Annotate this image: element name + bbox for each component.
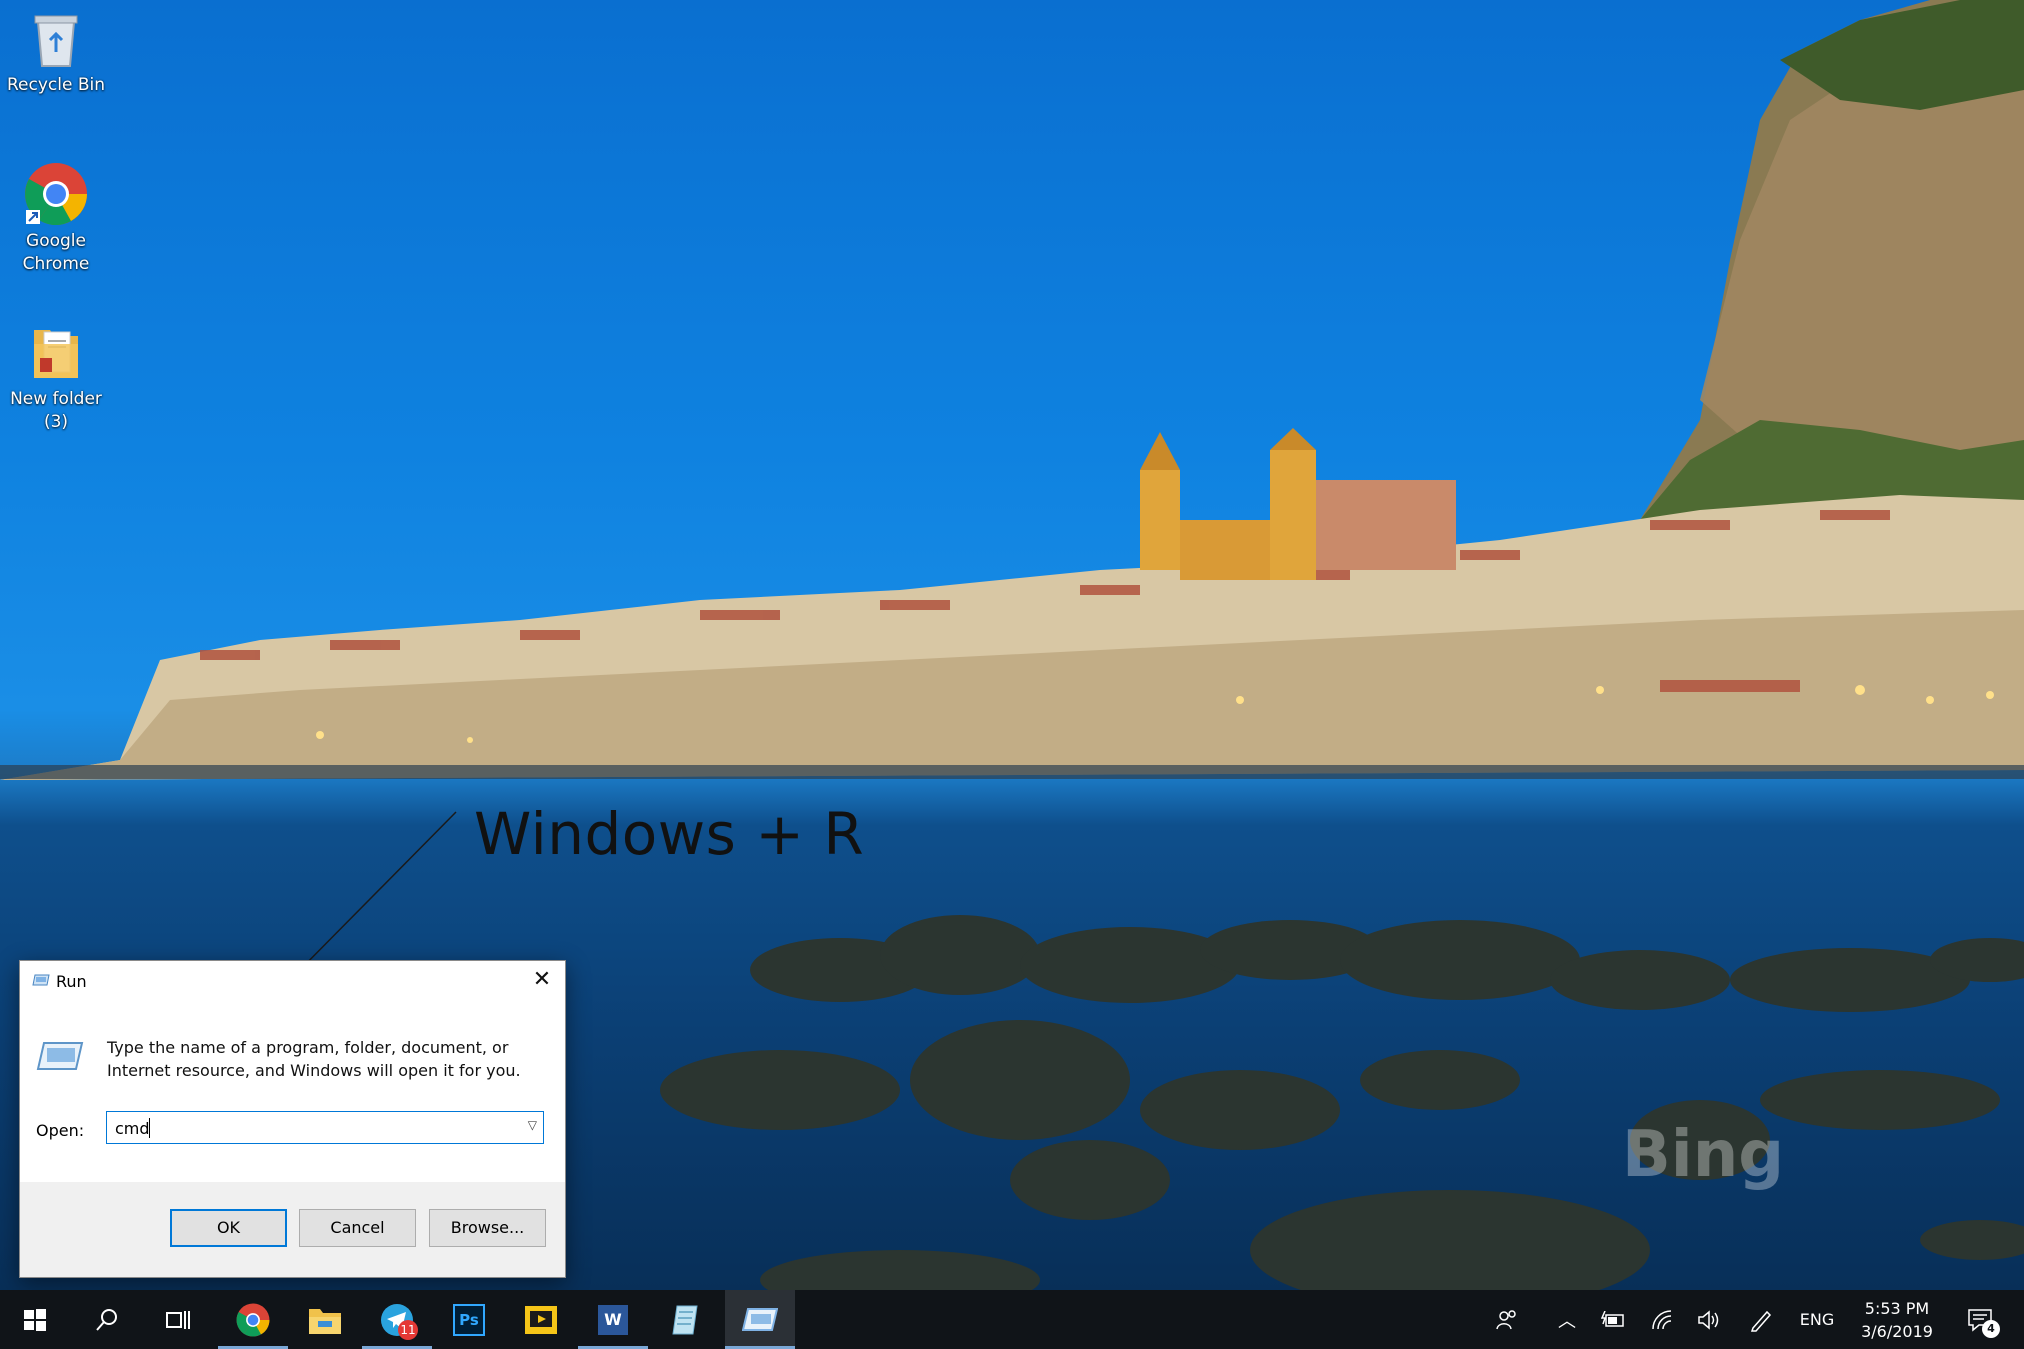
open-input-value[interactable]: cmd: [115, 1119, 150, 1138]
ok-button[interactable]: OK: [170, 1209, 287, 1247]
clock-time: 5:53 PM: [1864, 1299, 1930, 1318]
language-indicator[interactable]: ENG: [1792, 1290, 1842, 1349]
run-dialog: Run ✕ Type the name of a program, folder…: [19, 960, 566, 1278]
browse-button[interactable]: Browse...: [429, 1209, 546, 1247]
bing-watermark: Bing: [1622, 1118, 1785, 1192]
chrome-label: Google Chrome: [22, 231, 90, 274]
search-button[interactable]: [72, 1290, 142, 1349]
taskbar-telegram[interactable]: 11: [362, 1290, 432, 1349]
taskbar-word[interactable]: W: [578, 1290, 648, 1349]
run-description: Type the name of a program, folder, docu…: [107, 1038, 521, 1080]
chrome-icon: [24, 162, 88, 226]
pen-workspace-button[interactable]: [1744, 1290, 1778, 1349]
task-view-button[interactable]: [143, 1290, 213, 1349]
recycle-bin-shortcut[interactable]: Recycle Bin: [1, 6, 111, 97]
photoshop-icon: Ps: [453, 1303, 485, 1336]
run-titlebar[interactable]: Run ✕: [20, 961, 565, 1001]
taskbar-run[interactable]: [725, 1290, 795, 1349]
shortcut-annotation: Windows + R: [474, 800, 865, 868]
volume-icon: [1698, 1309, 1719, 1330]
taskbar-file-explorer[interactable]: [290, 1290, 360, 1349]
windows-start-icon: [24, 1308, 46, 1331]
show-hidden-icons-button[interactable]: ︿: [1550, 1290, 1584, 1349]
people-button[interactable]: [1490, 1290, 1524, 1349]
notepad-icon: [672, 1305, 698, 1334]
volume-button[interactable]: [1692, 1290, 1726, 1349]
battery-charging-icon: [1601, 1310, 1624, 1327]
run-icon: [742, 1307, 778, 1331]
cancel-button[interactable]: Cancel: [299, 1209, 416, 1247]
media-player-icon: [525, 1305, 557, 1334]
folder-icon: [24, 320, 88, 384]
run-app-icon: [32, 973, 50, 993]
action-center-button[interactable]: 4: [1960, 1290, 2000, 1349]
taskbar-notepad[interactable]: [650, 1290, 720, 1349]
battery-button[interactable]: [1596, 1290, 1630, 1349]
pen-icon: [1750, 1310, 1772, 1332]
open-combobox[interactable]: cmd ▽: [106, 1111, 544, 1144]
taskbar-photoshop[interactable]: Ps: [434, 1290, 504, 1349]
text-cursor: [149, 1118, 150, 1138]
notification-count-badge: 4: [1982, 1320, 2000, 1338]
new-folder-label: New folder (3): [10, 389, 102, 432]
close-icon[interactable]: ✕: [519, 961, 565, 1001]
clock-date: 3/6/2019: [1861, 1322, 1933, 1341]
taskbar-chrome[interactable]: [218, 1290, 288, 1349]
run-program-icon: [36, 1039, 84, 1079]
search-icon: [96, 1308, 117, 1331]
chevron-down-icon[interactable]: ▽: [528, 1118, 537, 1132]
recycle-bin-icon: [24, 6, 88, 70]
network-button[interactable]: [1646, 1290, 1680, 1349]
new-folder-shortcut[interactable]: New folder (3): [1, 320, 111, 434]
word-icon: W: [598, 1304, 628, 1335]
chrome-shortcut[interactable]: Google Chrome: [1, 162, 111, 276]
telegram-badge: 11: [398, 1320, 418, 1340]
chrome-icon: [236, 1303, 270, 1336]
wifi-icon: [1652, 1309, 1672, 1329]
task-view-icon: [166, 1310, 190, 1329]
people-icon: [1496, 1309, 1516, 1329]
file-explorer-icon: [309, 1308, 341, 1334]
run-title: Run: [56, 972, 87, 991]
start-button[interactable]: [0, 1290, 70, 1349]
taskbar: 11 Ps W ︿ ENG 5:53 PM 3/6/2019 4: [0, 1290, 2024, 1349]
open-label: Open:: [36, 1121, 85, 1140]
chevron-up-icon: ︿: [1558, 1310, 1576, 1332]
taskbar-media-player[interactable]: [506, 1290, 576, 1349]
clock[interactable]: 5:53 PM 3/6/2019: [1852, 1297, 1942, 1343]
recycle-bin-label: Recycle Bin: [6, 75, 105, 95]
